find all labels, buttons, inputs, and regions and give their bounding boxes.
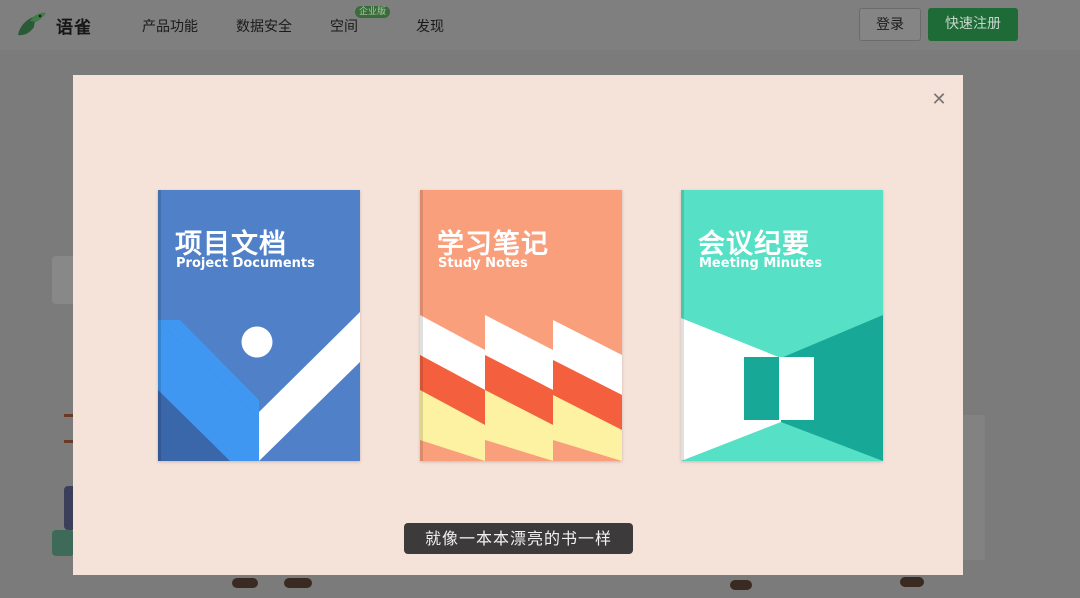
close-icon[interactable]: ✕ <box>928 89 950 111</box>
register-button[interactable]: 快速注册 <box>928 8 1018 41</box>
book-subtitle: Project Documents <box>176 256 315 271</box>
brand-name: 语雀 <box>56 18 92 38</box>
book-subtitle: Meeting Minutes <box>699 256 822 271</box>
background-illustration <box>52 530 74 556</box>
nav-item-data-security[interactable]: 数据安全 <box>236 16 292 36</box>
sparrow-bird-icon <box>18 12 46 36</box>
login-button[interactable]: 登录 <box>859 8 921 41</box>
background-panel <box>960 415 985 560</box>
intro-modal: ✕ 项目文档 Project Documents 学习笔记 Study Note… <box>73 75 963 575</box>
book-spine <box>681 190 684 461</box>
video-subtitle-caption: 就像一本本漂亮的书一样 <box>404 523 633 554</box>
enterprise-badge: 企业版 <box>355 6 391 18</box>
book-meeting-minutes[interactable]: 会议纪要 Meeting Minutes <box>681 190 883 461</box>
book-study-notes[interactable]: 学习笔记 Study Notes <box>420 190 622 461</box>
nav-item-space[interactable]: 空间 <box>330 16 358 36</box>
book-spine <box>158 190 161 461</box>
book-project-documents[interactable]: 项目文档 Project Documents <box>158 190 360 461</box>
book-subtitle: Study Notes <box>438 256 528 271</box>
brand-logo[interactable]: 语雀 <box>16 9 102 41</box>
nav-item-product-features[interactable]: 产品功能 <box>142 16 198 36</box>
top-navigation-bar: 语雀 产品功能 数据安全 空间 企业版 发现 登录 快速注册 <box>0 0 1080 50</box>
background-illustration <box>900 577 924 587</box>
background-illustration <box>284 578 312 588</box>
book-spine <box>420 190 423 461</box>
background-illustration <box>730 580 752 590</box>
nav-item-discover[interactable]: 发现 <box>416 16 444 36</box>
background-illustration <box>232 578 258 588</box>
